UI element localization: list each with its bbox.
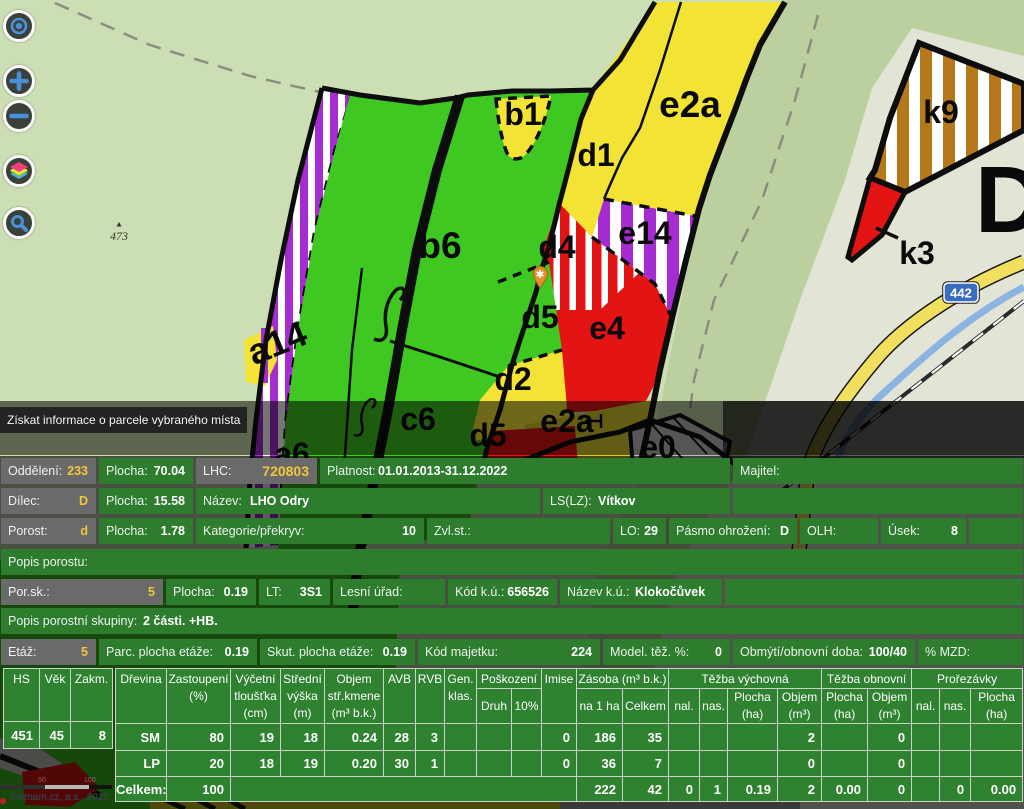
svg-text:✱: ✱ <box>535 269 544 281</box>
svg-text:e14: e14 <box>618 215 672 251</box>
svg-text:473: 473 <box>110 229 128 243</box>
svg-text:d4: d4 <box>538 229 576 265</box>
svg-text:d1: d1 <box>577 137 614 173</box>
svg-text:k9: k9 <box>923 94 959 130</box>
svg-text:d2: d2 <box>494 361 531 397</box>
svg-text:k3: k3 <box>899 235 935 271</box>
svg-text:442: 442 <box>950 286 972 301</box>
svg-text:e4: e4 <box>589 310 625 346</box>
svg-text:d5: d5 <box>521 299 558 335</box>
svg-text:e2a: e2a <box>659 84 721 125</box>
svg-text:D: D <box>975 147 1024 253</box>
svg-text:b6: b6 <box>418 225 461 266</box>
svg-text:b1: b1 <box>504 96 541 132</box>
